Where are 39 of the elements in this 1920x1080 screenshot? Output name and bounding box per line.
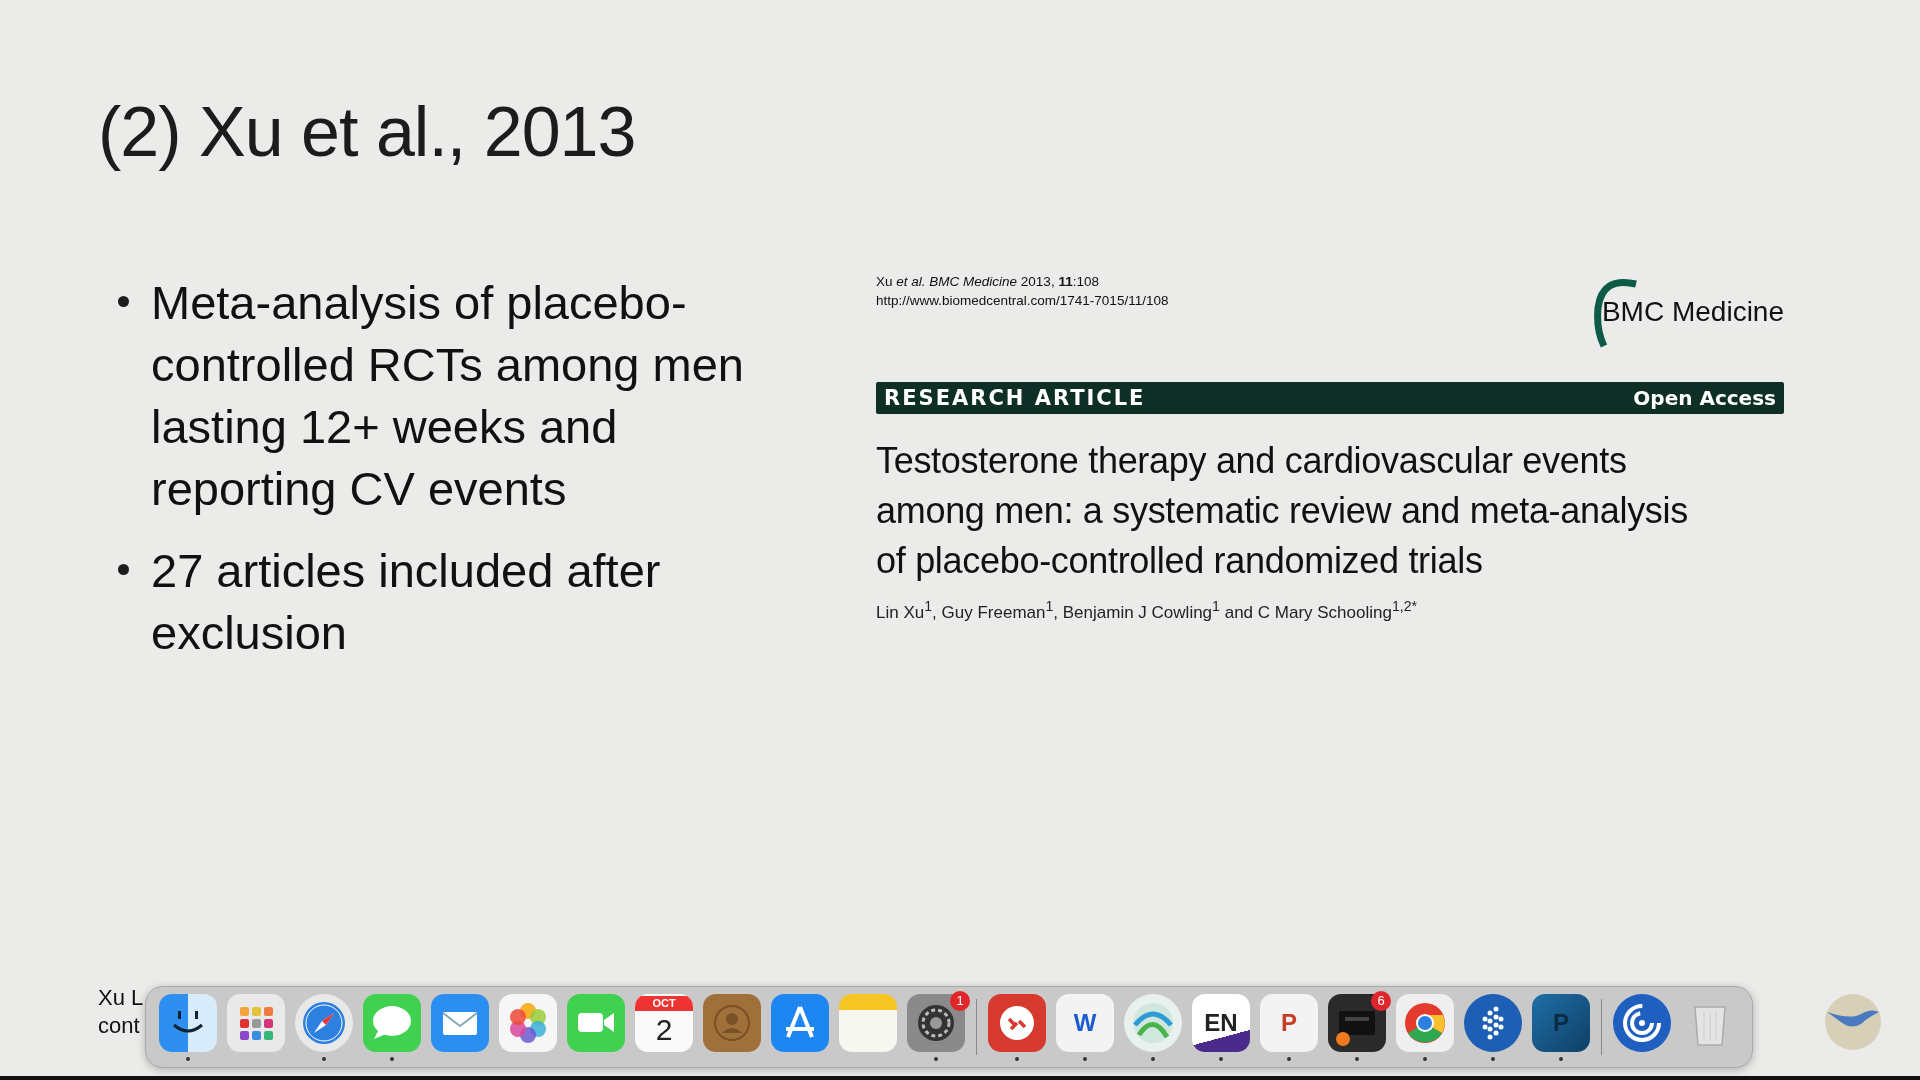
bullet-icon: [118, 296, 129, 307]
citation-text: Xu et al. BMC Medicine 2013, 11:108: [876, 273, 1100, 291]
article-title: Testosterone therapy and cardiovascular events among men: a systematic review and meta-analysis of placebo-controlled randomized trials: [876, 439, 1689, 583]
url-text: http://www.biomedcentral.com/1741-7015/11/108: [876, 292, 1169, 310]
dock-app-button[interactable]: P: [1260, 993, 1318, 1052]
dock-app-button[interactable]: [1464, 993, 1522, 1052]
dock-app-button[interactable]: EN: [1192, 993, 1250, 1052]
dock-app-button[interactable]: OCT 2: [635, 993, 693, 1052]
dock-app-button[interactable]: [907, 993, 965, 1052]
running-indicator: [1559, 1056, 1563, 1061]
author-list: Lin Xu$^{1}$, Guy Freeman$^{1}$, Benjamin J Cowling$^{1}$ and C Mary Schooling$^{1,2*}$: [876, 598, 1784, 623]
running-indicator: [1015, 1056, 1019, 1061]
video-camera-icon: [578, 1013, 614, 1032]
access-label: Open Access: [1633, 386, 1776, 410]
dock-app-button[interactable]: [1613, 993, 1671, 1052]
article-type-label: RESEARCH ARTICLE: [884, 386, 1146, 410]
dock-app-button[interactable]: [159, 993, 217, 1052]
running-indicator: [322, 1056, 326, 1061]
running-indicator: [1287, 1056, 1291, 1061]
running-indicator: [186, 1056, 190, 1061]
slide-title: (2) Xu et al., 2013: [98, 92, 637, 172]
dock-app-button[interactable]: [1328, 993, 1386, 1052]
bullet-icon: [118, 564, 129, 575]
running-indicator: [390, 1056, 394, 1061]
notification-badge: 1: [950, 991, 970, 1011]
reference-text: Xu L: [98, 984, 144, 1012]
running-indicator: [1423, 1056, 1427, 1061]
running-indicator: [1083, 1056, 1087, 1061]
running-indicator: [934, 1056, 938, 1061]
notification-badge: 6: [1371, 991, 1391, 1011]
running-indicator: [1355, 1056, 1359, 1061]
bullet-text: 27 articles included after exclusion: [151, 543, 662, 661]
running-indicator: [1491, 1056, 1495, 1061]
running-indicator: [1219, 1056, 1223, 1061]
reference-text: cont: [98, 1012, 140, 1040]
bullet-text: Meta-analysis of placebo-controlled RCTs among men lasting 12+ weeks and reporting CV events: [151, 275, 745, 517]
running-indicator: [1151, 1056, 1155, 1061]
journal-name: BMC Medicine: [1601, 296, 1784, 328]
dock-app-button[interactable]: W: [1056, 993, 1114, 1052]
